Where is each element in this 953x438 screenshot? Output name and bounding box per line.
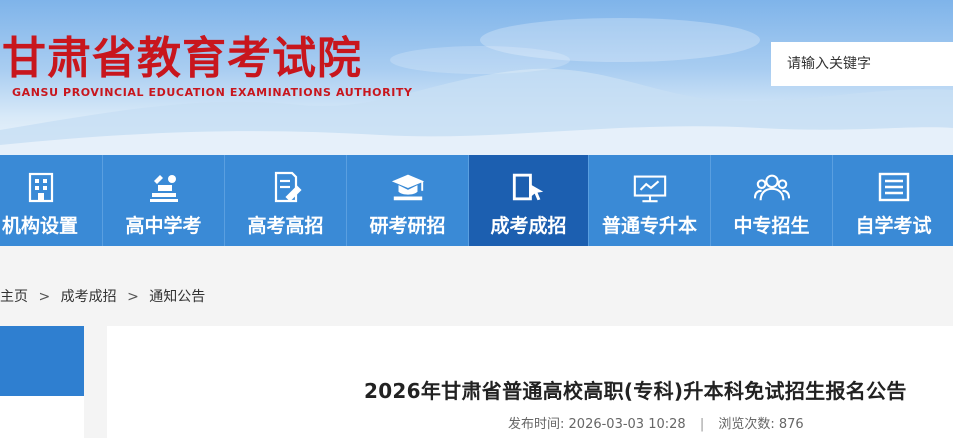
books-icon (146, 169, 182, 205)
publish-time-label: 发布时间: (508, 417, 565, 432)
nav-item-self-study-exam[interactable]: 自学考试 (833, 155, 953, 246)
nav-label: 中专招生 (733, 215, 810, 237)
breadcrumb: 主页 > 成考成招 > 通知公告 (0, 286, 205, 306)
publish-time: 2026-03-03 10:28 (568, 417, 686, 432)
nav-label: 成考成招 (490, 215, 567, 237)
meta-divider: | (699, 417, 705, 432)
breadcrumb-separator: > (127, 289, 139, 305)
nav-item-gaokao[interactable]: 高考高招 (225, 155, 347, 246)
breadcrumb-separator: > (38, 289, 51, 305)
nav-label: 普通专升本 (601, 215, 697, 237)
list-doc-icon (876, 169, 912, 205)
nav-item-upgrade-bachelor[interactable]: 普通专升本 (589, 155, 711, 246)
nav-item-institution[interactable]: 机构设置 (0, 155, 103, 246)
graduation-cap-icon (390, 169, 426, 205)
search-input[interactable] (771, 42, 953, 86)
nav-label: 机构设置 (1, 215, 78, 237)
nav-label: 高考高招 (247, 215, 324, 237)
site-logo-title[interactable]: 甘肃省教育考试院 (2, 22, 362, 86)
breadcrumb-home[interactable]: 主页 (0, 286, 28, 306)
presentation-icon (632, 169, 668, 205)
nav-label: 高中学考 (125, 215, 202, 237)
users-icon (753, 169, 790, 205)
document-pen-icon (268, 169, 304, 205)
article-meta: 发布时间: 2026-03-03 10:28 | 浏览次数: 876 (508, 413, 804, 432)
site-header: 甘肃省教育考试院 GANSU PROVINCIAL EDUCATION EXAM… (0, 0, 953, 155)
views-label: 浏览次数: (718, 417, 775, 432)
views-count: 876 (778, 417, 804, 432)
nav-label: 自学考试 (855, 215, 932, 237)
breadcrumb-section[interactable]: 成考成招 (61, 286, 117, 306)
article-title: 2026年甘肃省普通高校高职(专科)升本科免试招生报名公告 (364, 379, 907, 403)
site-logo-subtitle: GANSU PROVINCIAL EDUCATION EXAMINATIONS … (12, 86, 413, 99)
sidebar-panel (0, 396, 84, 438)
nav-item-adult-exam[interactable]: 成考成招 (469, 155, 589, 246)
building-icon (23, 169, 59, 205)
nav-item-highschool-exam[interactable]: 高中学考 (103, 155, 225, 246)
nav-label: 研考研招 (369, 215, 446, 237)
nav-item-vocational-enroll[interactable]: 中专招生 (711, 155, 833, 246)
sidebar-header (0, 326, 84, 396)
book-cursor-icon (511, 169, 547, 205)
nav-item-graduate-exam[interactable]: 研考研招 (347, 155, 469, 246)
breadcrumb-current[interactable]: 通知公告 (149, 286, 205, 306)
main-nav: 机构设置 高中学考 高考高招 研考研招 成考成招 普通专升本 中专招生 自学考试 (0, 155, 953, 246)
